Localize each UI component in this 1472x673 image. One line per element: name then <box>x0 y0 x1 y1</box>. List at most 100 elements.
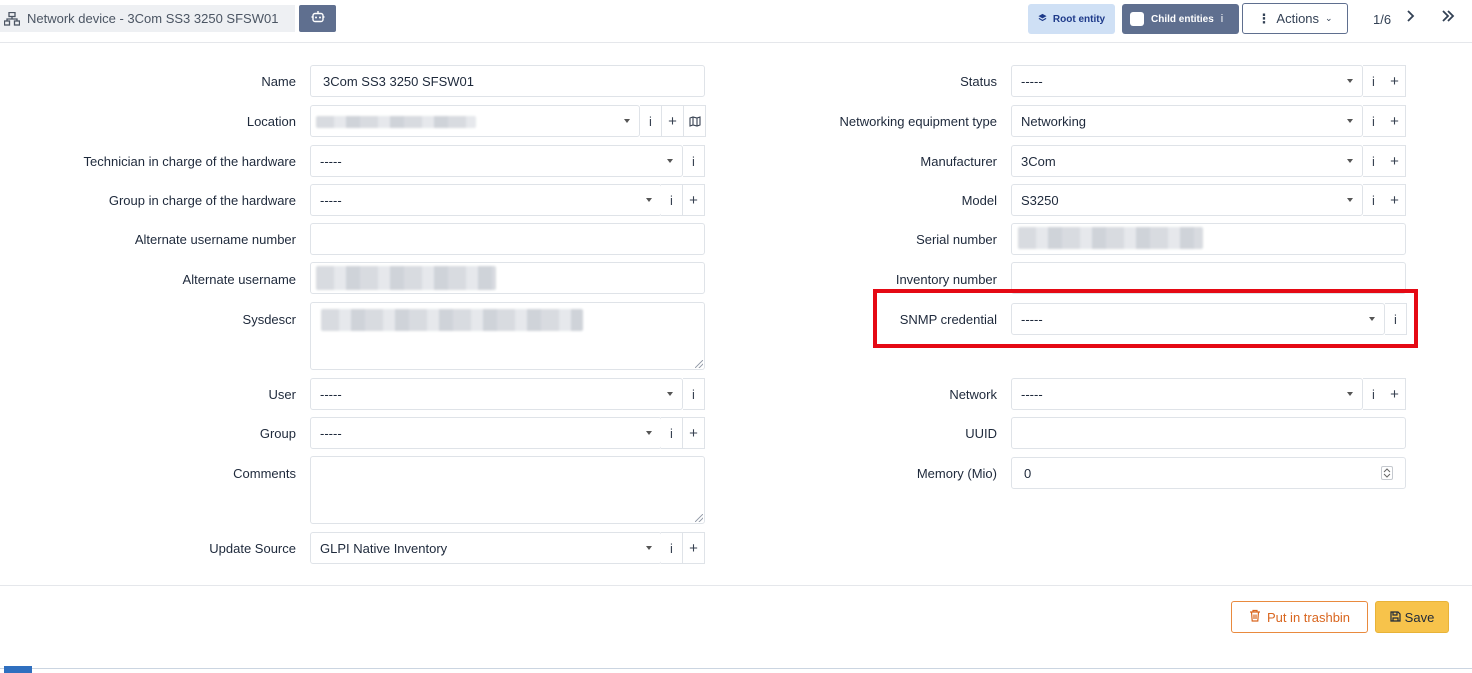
model-value: S3250 <box>1021 192 1059 208</box>
resize-grip[interactable] <box>695 514 703 522</box>
root-entity-button[interactable]: Root entity <box>1028 4 1115 34</box>
location-info-icon[interactable]: i <box>640 105 662 137</box>
comments-textarea[interactable] <box>310 456 705 524</box>
network-add-icon[interactable]: + <box>1384 378 1406 410</box>
update-source-info-icon[interactable]: i <box>661 532 683 564</box>
status-info-icon[interactable]: i <box>1363 65 1385 97</box>
network-label: Network <box>949 387 997 402</box>
child-entities-toggle[interactable]: Child entities i <box>1122 4 1239 34</box>
layers-icon <box>1038 13 1047 25</box>
highlight-box <box>873 289 1418 348</box>
group-hw-label: Group in charge of the hardware <box>108 193 296 208</box>
alt-username-label: Alternate username <box>182 272 296 287</box>
chevron-down-icon <box>1347 392 1353 396</box>
status-label: Status <box>960 74 997 89</box>
technician-label: Technician in charge of the hardware <box>83 154 296 169</box>
type-info-icon[interactable]: i <box>1363 105 1385 137</box>
group-hw-select[interactable]: ----- <box>310 184 662 216</box>
footer-divider <box>0 585 1472 586</box>
type-label: Networking equipment type <box>839 114 997 129</box>
manufacturer-info-icon[interactable]: i <box>1363 145 1385 177</box>
manufacturer-select[interactable]: 3Com <box>1011 145 1363 177</box>
type-select[interactable]: Networking <box>1011 105 1363 137</box>
user-info-icon[interactable]: i <box>683 378 705 410</box>
next-item-icon[interactable] <box>1406 9 1416 28</box>
chevron-down-icon <box>646 431 652 435</box>
alt-username-number-label: Alternate username number <box>134 232 296 247</box>
status-add-icon[interactable]: + <box>1384 65 1406 97</box>
name-input[interactable]: 3Com SS3 3250 SFSW01 <box>310 65 705 97</box>
status-select[interactable]: ----- <box>1011 65 1363 97</box>
child-entities-checkbox[interactable] <box>1130 12 1144 26</box>
serial-label: Serial number <box>916 232 997 247</box>
comments-label: Comments <box>233 466 296 481</box>
top-bar: Network device - 3Com SS3 3250 SFSW01 Ro… <box>0 0 1472 43</box>
status-value: ----- <box>1021 73 1043 89</box>
type-add-icon[interactable]: + <box>1384 105 1406 137</box>
robot-icon <box>311 10 325 27</box>
type-value: Networking <box>1021 113 1087 129</box>
model-add-icon[interactable]: + <box>1384 184 1406 216</box>
network-info-icon[interactable]: i <box>1363 378 1385 410</box>
memory-value: 0 <box>1024 465 1032 481</box>
chevron-down-icon <box>667 159 673 163</box>
map-icon[interactable] <box>684 105 706 137</box>
name-label: Name <box>261 74 296 89</box>
alt-username-redacted <box>316 266 496 290</box>
technician-select[interactable]: ----- <box>310 145 683 177</box>
actions-label: Actions <box>1276 11 1320 26</box>
chevron-down-icon <box>667 392 673 396</box>
last-item-icon[interactable] <box>1441 9 1455 28</box>
chevron-down-icon <box>1347 119 1353 123</box>
uuid-label: UUID <box>965 426 997 441</box>
technician-info-icon[interactable]: i <box>683 145 705 177</box>
uuid-input[interactable] <box>1011 417 1406 449</box>
group-select[interactable]: ----- <box>310 417 662 449</box>
inventory-label: Inventory number <box>895 272 997 287</box>
bottom-tab-indicator <box>4 666 32 673</box>
save-button[interactable]: Save <box>1375 601 1449 633</box>
group-label: Group <box>259 426 296 441</box>
serial-redacted <box>1018 227 1203 249</box>
sysdescr-label: Sysdescr <box>242 312 296 327</box>
stepper-icon[interactable] <box>1381 466 1393 480</box>
group-info-icon[interactable]: i <box>661 417 683 449</box>
manufacturer-add-icon[interactable]: + <box>1384 145 1406 177</box>
update-source-add-icon[interactable]: + <box>683 532 705 564</box>
group-add-icon[interactable]: + <box>683 417 705 449</box>
chevron-down-icon <box>1347 159 1353 163</box>
page-title-text: Network device - 3Com SS3 3250 SFSW01 <box>27 11 279 26</box>
pager-counter: 1/6 <box>1373 12 1392 27</box>
kebab-icon: ⋮ <box>1257 10 1271 26</box>
user-label: User <box>268 387 296 402</box>
alt-username-number-input[interactable] <box>310 223 705 255</box>
location-add-icon[interactable]: + <box>662 105 684 137</box>
network-value: ----- <box>1021 386 1043 402</box>
manufacturer-value: 3Com <box>1021 153 1056 169</box>
group-hw-value: ----- <box>320 192 342 208</box>
chevron-down-icon <box>646 546 652 550</box>
model-info-icon[interactable]: i <box>1363 184 1385 216</box>
model-select[interactable]: S3250 <box>1011 184 1363 216</box>
robot-button[interactable] <box>299 5 336 32</box>
group-hw-info-icon[interactable]: i <box>661 184 683 216</box>
model-label: Model <box>961 193 997 208</box>
location-redacted <box>316 116 476 128</box>
update-source-select[interactable]: GLPI Native Inventory <box>310 532 662 564</box>
actions-button[interactable]: ⋮ Actions ⌄ <box>1242 3 1348 34</box>
chevron-down-icon <box>1347 79 1353 83</box>
trash-button[interactable]: Put in trashbin <box>1231 601 1368 633</box>
network-select[interactable]: ----- <box>1011 378 1363 410</box>
save-icon <box>1390 610 1401 625</box>
root-entity-label: Root entity <box>1052 13 1106 25</box>
page-title: Network device - 3Com SS3 3250 SFSW01 <box>0 5 295 32</box>
user-select[interactable]: ----- <box>310 378 683 410</box>
name-value: 3Com SS3 3250 SFSW01 <box>323 73 475 89</box>
trash-icon <box>1249 609 1261 625</box>
memory-input[interactable]: 0 <box>1011 457 1406 489</box>
update-source-label: Update Source <box>209 541 296 556</box>
group-hw-add-icon[interactable]: + <box>683 184 705 216</box>
resize-grip[interactable] <box>695 360 703 368</box>
location-label: Location <box>246 114 296 129</box>
chevron-down-icon <box>1347 198 1353 202</box>
